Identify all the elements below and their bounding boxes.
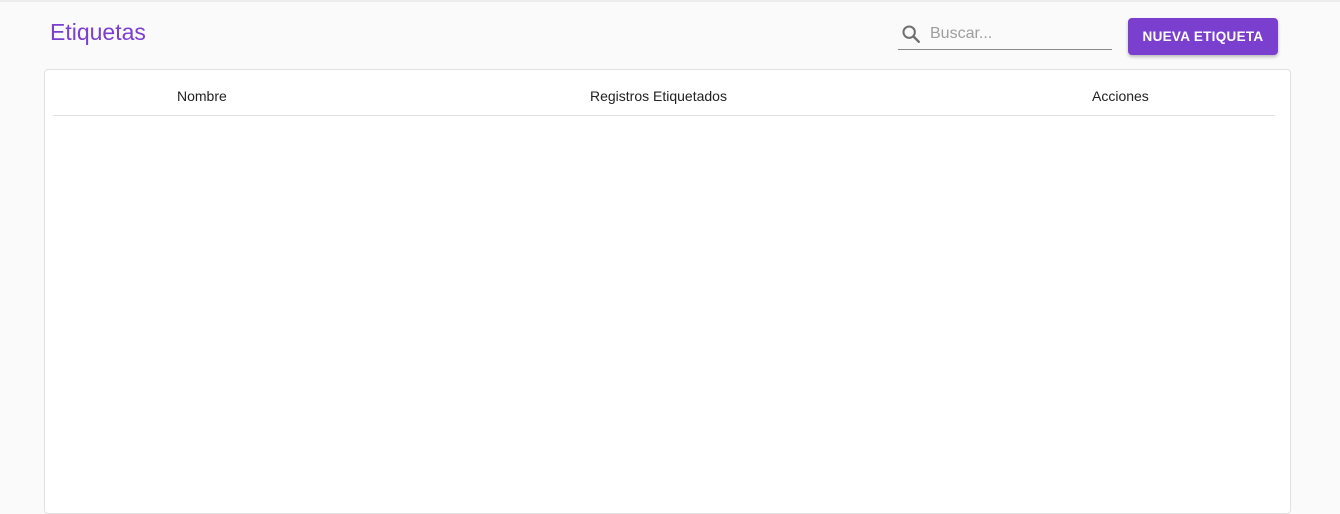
search-input[interactable]: [930, 22, 1108, 46]
table-header: Nombre Registros Etiquetados Acciones: [53, 70, 1275, 116]
topbar-divider: [0, 0, 1340, 2]
column-header-acciones: Acciones: [1092, 88, 1149, 104]
search-box[interactable]: [898, 20, 1112, 50]
column-header-registros-etiquetados[interactable]: Registros Etiquetados: [590, 87, 727, 105]
page-title: Etiquetas: [50, 19, 146, 45]
column-header-nombre[interactable]: Nombre: [177, 87, 227, 105]
labels-table: Nombre Registros Etiquetados Acciones: [44, 69, 1291, 514]
search-icon: [900, 23, 922, 45]
new-label-button[interactable]: NUEVA ETIQUETA: [1128, 18, 1278, 55]
